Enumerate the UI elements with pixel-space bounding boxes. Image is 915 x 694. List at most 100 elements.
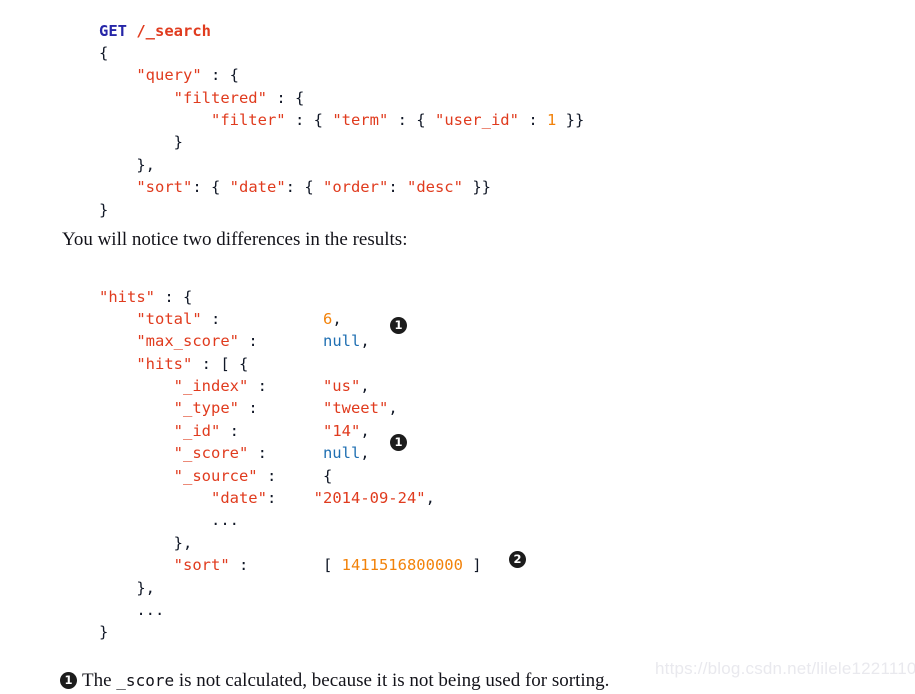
- code-line: "max_score" : null,: [99, 330, 482, 352]
- code-token-key: "_id": [173, 421, 221, 440]
- code-token-key: "total": [136, 309, 202, 328]
- code-token-str: "us": [322, 377, 361, 396]
- code-line: },: [99, 154, 584, 176]
- code-token-key: "order": [322, 178, 389, 197]
- code-token-punc: :: [238, 399, 323, 418]
- code-token-str: "2014-09-24": [313, 489, 426, 508]
- code-token-key: "_score": [173, 444, 249, 463]
- code-line: "hits" : {: [99, 286, 482, 308]
- code-token-num: 1411516800000: [341, 556, 463, 575]
- code-line: "_score" : null,: [99, 442, 482, 464]
- code-token-punc: : {: [201, 66, 239, 85]
- code-line: "total" : 6,: [99, 308, 482, 330]
- code-token-key: "sort": [173, 556, 230, 575]
- code-token-punc: ]: [462, 556, 482, 575]
- code-line: }: [99, 199, 584, 221]
- code-token-punc: : [ {: [192, 354, 249, 373]
- code-token-punc: ,: [360, 377, 370, 396]
- code-token-punc: :: [266, 489, 314, 508]
- code-line: "_index" : "us",: [99, 375, 482, 397]
- code-token-null: null: [322, 444, 361, 463]
- code-token-punc: :: [248, 444, 323, 463]
- code-token-key: "query": [136, 66, 202, 85]
- code-token-punc: }: [173, 133, 183, 152]
- code-token-punc: : {: [285, 111, 333, 130]
- footnote-1-prefix: The: [82, 670, 117, 691]
- code-token-punc: ,: [360, 421, 370, 440]
- watermark-url: https://blog.csdn.net/lilele12211104: [655, 659, 915, 678]
- code-token-punc: ,: [332, 309, 342, 328]
- code-token-punc: :: [248, 377, 323, 396]
- code-token-num: 1: [546, 111, 557, 130]
- code-line: "_type" : "tweet",: [99, 397, 482, 419]
- code-token-punc: ,: [425, 489, 435, 508]
- code-token-punc: ,: [360, 332, 370, 351]
- code-line: "filter" : { "term" : { "user_id" : 1 }}: [99, 109, 584, 131]
- code-line: {: [99, 42, 584, 64]
- callout-marker-score: 1: [390, 434, 407, 451]
- footnote-1-code: _score: [116, 671, 175, 690]
- code-line: GET /_search: [99, 20, 584, 42]
- document-page: GET /_search{ "query" : { "filtered" : {…: [0, 0, 915, 694]
- code-token-punc: },: [136, 578, 155, 597]
- code-token-punc: :: [388, 178, 407, 197]
- code-line: "_source" : {: [99, 465, 482, 487]
- code-token-punc: : {: [266, 88, 305, 107]
- code-line: "sort" : [ 1411516800000 ]: [99, 554, 482, 576]
- code-token-key: "hits": [136, 354, 193, 373]
- footnote-1: The _score is not calculated, because it…: [60, 668, 609, 694]
- callout-marker-max-score: 1: [390, 317, 407, 334]
- code-line: }: [99, 131, 584, 153]
- code-token-key: "filtered": [173, 88, 267, 107]
- code-token-punc: ,: [388, 399, 398, 418]
- code-token-key: "filter": [210, 111, 286, 130]
- code-token-punc: :: [518, 111, 547, 130]
- code-token-verb: GET: [99, 21, 127, 40]
- intro-paragraph: You will notice two differences in the r…: [62, 229, 408, 250]
- code-line: "sort": { "date": { "order": "desc" }}: [99, 176, 584, 198]
- code-token-key: "date": [210, 489, 267, 508]
- code-token-key: "hits": [99, 287, 155, 306]
- code-token-punc: },: [136, 155, 155, 174]
- code-token-path: /_search: [136, 21, 211, 40]
- code-line: ...: [99, 599, 482, 621]
- code-token-punc: {: [99, 43, 109, 62]
- code-token-key: "_index": [173, 377, 249, 396]
- code-token-punc: }: [99, 200, 109, 219]
- code-line: },: [99, 532, 482, 554]
- code-token-punc: : {: [285, 178, 323, 197]
- code-line: },: [99, 577, 482, 599]
- code-token-punc: : [: [229, 556, 342, 575]
- code-token-punc: :: [201, 309, 323, 328]
- code-token-punc: : {: [155, 287, 193, 306]
- code-token-key: "max_score": [136, 332, 239, 351]
- code-token-punc: },: [173, 533, 193, 552]
- code-line: "_id" : "14",: [99, 420, 482, 442]
- code-token-punc: }}: [556, 111, 585, 130]
- code-token-key: "date": [229, 178, 286, 197]
- code-token-key: "sort": [136, 178, 193, 197]
- code-token-dots: ...: [210, 511, 239, 530]
- code-token-punc: }: [99, 623, 109, 642]
- footnote-1-suffix: is not calculated, because it is not bei…: [174, 670, 610, 691]
- code-line: "query" : {: [99, 64, 584, 86]
- code-token-punc: : {: [192, 178, 230, 197]
- code-token-punc: : {: [388, 111, 435, 130]
- code-line: ...: [99, 509, 482, 531]
